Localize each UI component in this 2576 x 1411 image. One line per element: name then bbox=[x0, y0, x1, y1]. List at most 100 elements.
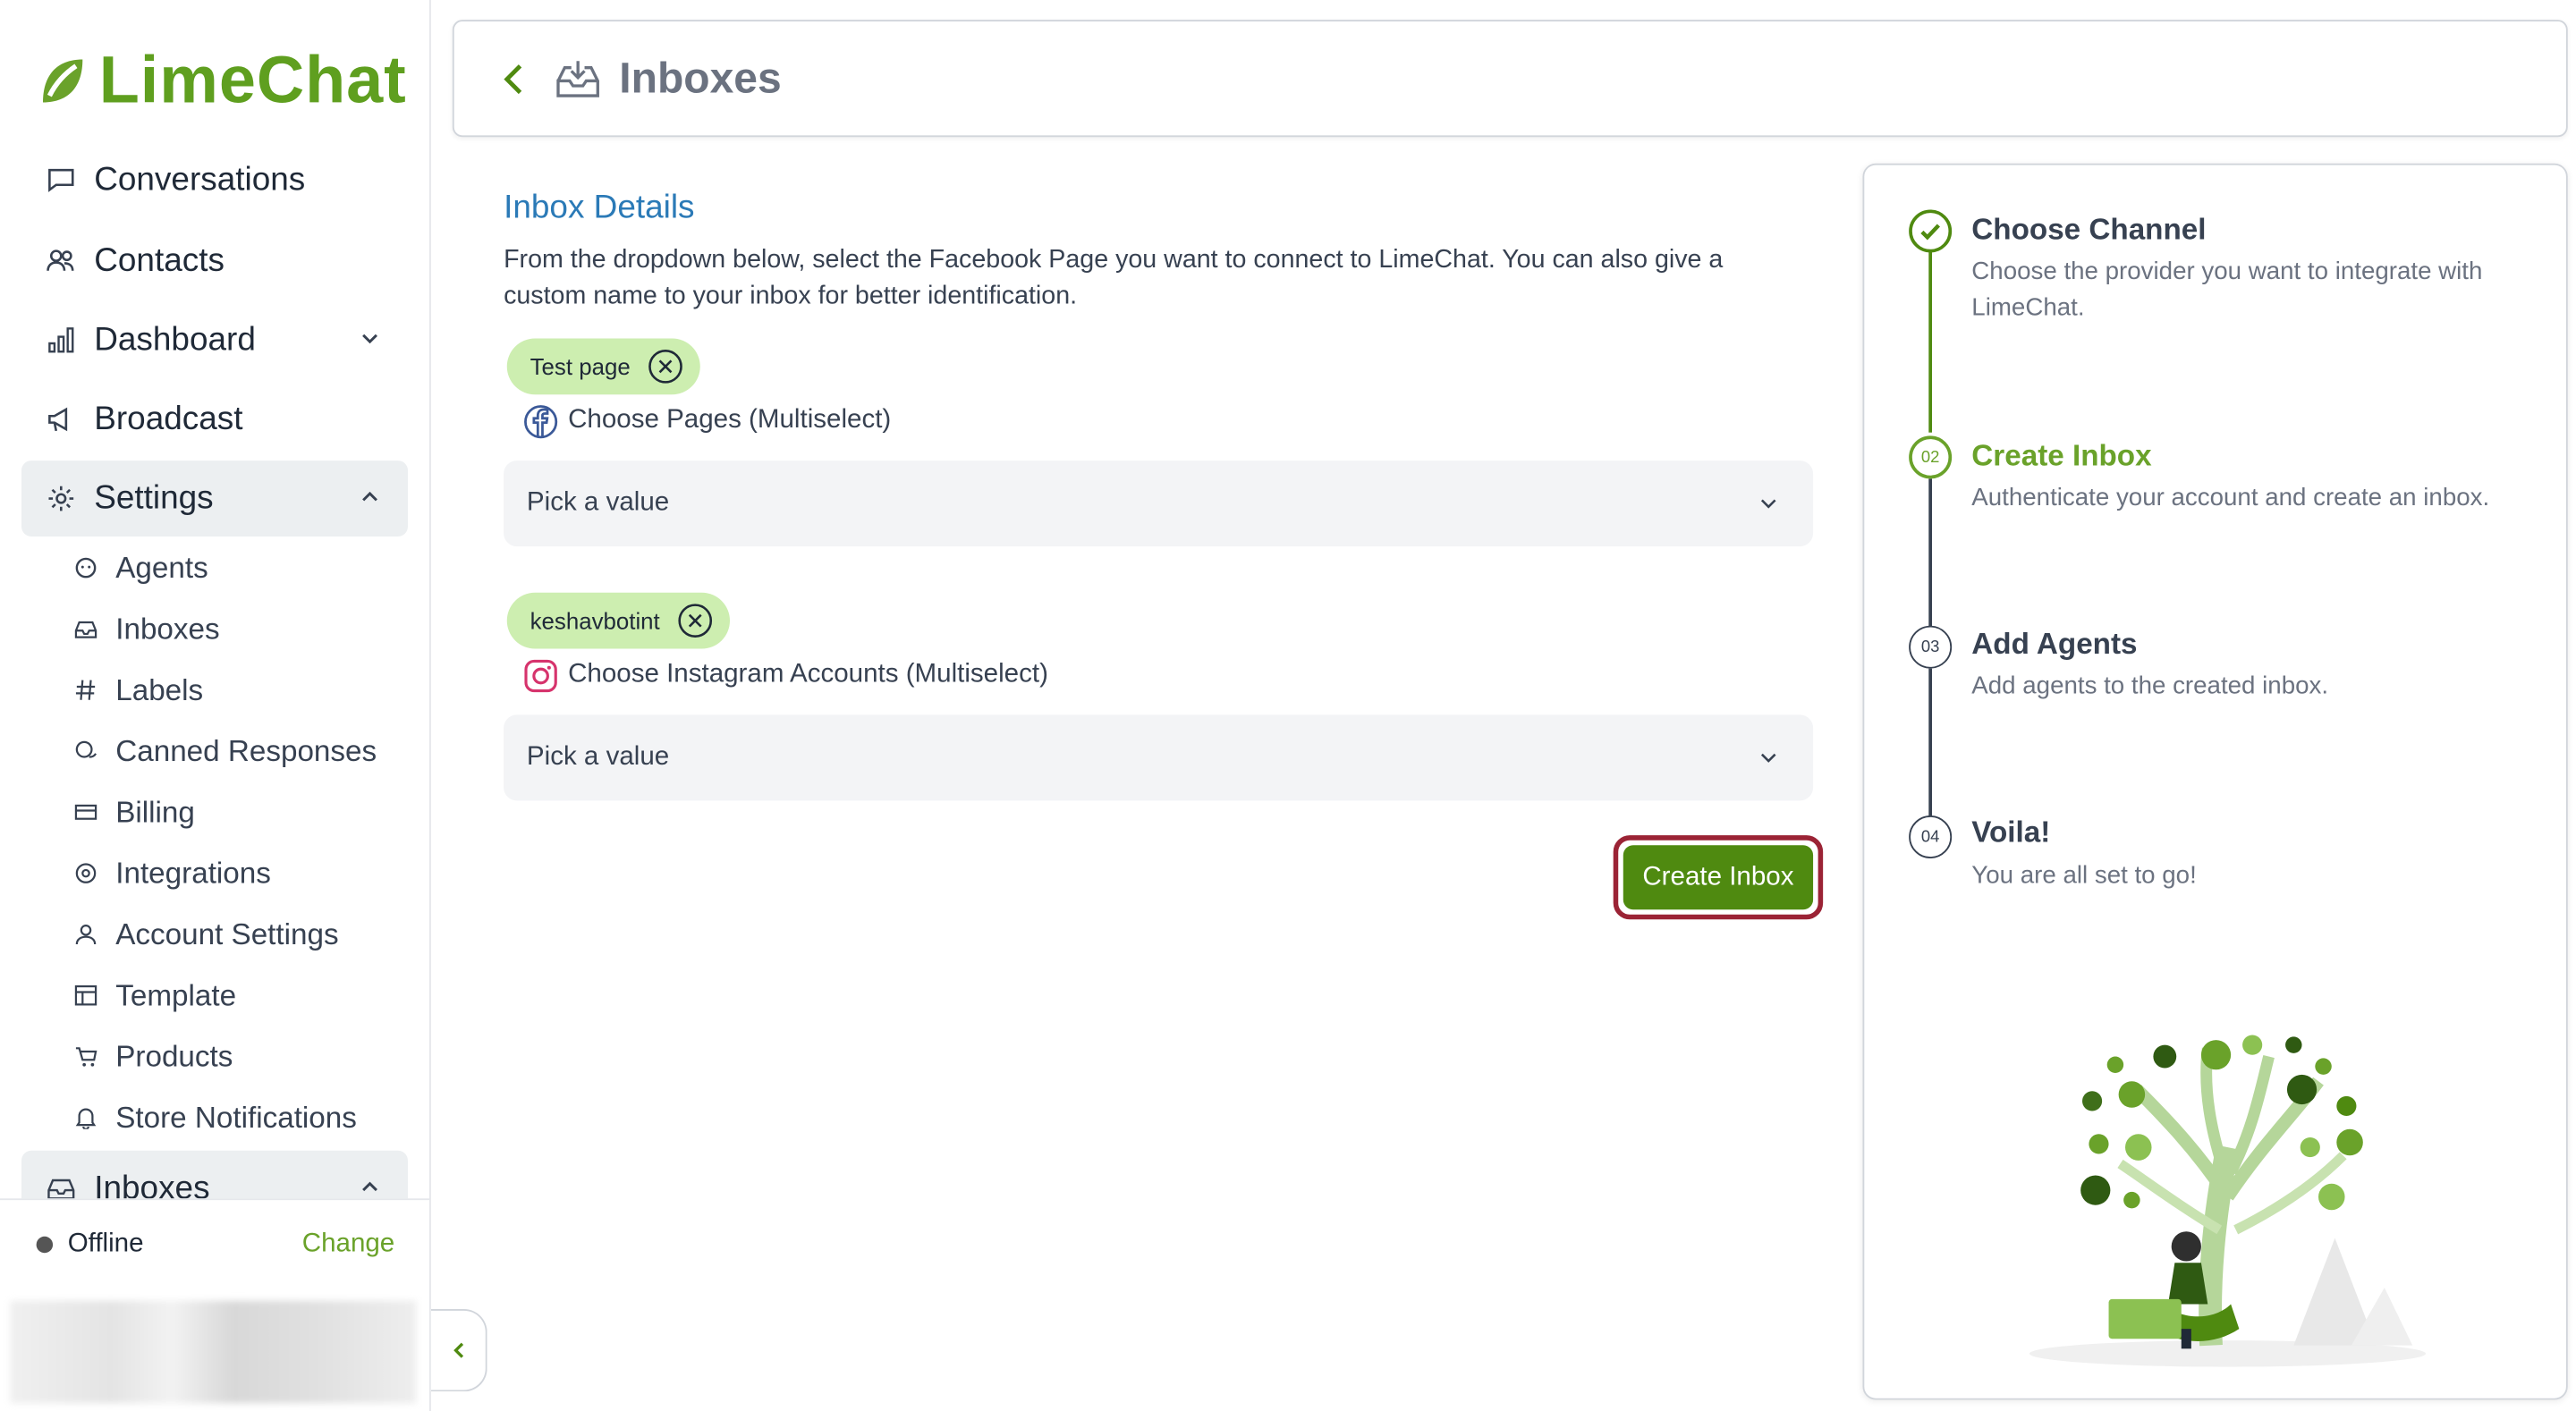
status-text: Offline bbox=[67, 1229, 144, 1257]
settings-item-integrations[interactable]: Integrations bbox=[72, 849, 271, 898]
settings-item-agents[interactable]: Agents bbox=[72, 543, 208, 592]
inbox-icon bbox=[45, 1172, 78, 1199]
sidebar: LimeChat Conversations Contacts Dashboar… bbox=[0, 0, 431, 1411]
create-inbox-button[interactable]: Create Inbox bbox=[1623, 845, 1814, 910]
settings-item-label: Store Notifications bbox=[115, 1100, 357, 1134]
cart-icon bbox=[72, 1043, 99, 1070]
settings-item-label: Canned Responses bbox=[115, 733, 377, 767]
inbox-icon bbox=[553, 54, 602, 103]
instagram-icon bbox=[521, 657, 558, 694]
section-title: Inbox Details bbox=[504, 190, 695, 226]
settings-item-label: Labels bbox=[115, 672, 204, 706]
sidebar-item-label: Inboxes bbox=[94, 1170, 210, 1199]
limechat-logo[interactable]: LimeChat bbox=[33, 39, 407, 122]
step-4-description: You are all set to go! bbox=[1971, 861, 2197, 891]
facebook-icon bbox=[521, 402, 558, 439]
chat-bubbles-icon bbox=[72, 738, 99, 765]
settings-item-label: Agents bbox=[115, 550, 208, 584]
selected-instagram-chip: keshavbotint bbox=[506, 592, 730, 649]
step-4-marker: 04 bbox=[1909, 815, 1953, 858]
contacts-icon bbox=[45, 244, 78, 277]
user-profile-blurred[interactable] bbox=[10, 1300, 417, 1404]
sidebar-item-label: Dashboard bbox=[94, 321, 256, 358]
back-button[interactable] bbox=[494, 59, 533, 98]
remove-chip-button[interactable] bbox=[676, 603, 713, 639]
change-status-link[interactable]: Change bbox=[302, 1229, 394, 1258]
sidebar-item-label: Settings bbox=[94, 479, 214, 516]
chevron-up-icon[interactable] bbox=[359, 1175, 382, 1198]
settings-item-label: Inboxes bbox=[115, 612, 220, 645]
settings-item-labels[interactable]: Labels bbox=[72, 665, 203, 714]
step-4-title: Voila! bbox=[1971, 815, 2051, 849]
instagram-accounts-select[interactable]: Pick a value bbox=[504, 714, 1814, 801]
step-2-description: Authenticate your account and create an … bbox=[1971, 483, 2490, 512]
chevron-left-icon bbox=[453, 1342, 463, 1358]
settings-item-products[interactable]: Products bbox=[72, 1032, 233, 1081]
bell-icon bbox=[72, 1104, 99, 1131]
settings-item-label: Billing bbox=[115, 794, 195, 828]
step-2-title: Create Inbox bbox=[1971, 439, 2152, 472]
sidebar-item-broadcast[interactable]: Broadcast bbox=[21, 381, 408, 457]
limechat-leaf-icon bbox=[43, 59, 83, 103]
step-connector bbox=[1928, 668, 1932, 817]
select-placeholder: Pick a value bbox=[526, 488, 670, 517]
step-3-title: Add Agents bbox=[1971, 627, 2138, 661]
step-connector bbox=[1928, 478, 1932, 628]
page-header: Inboxes bbox=[452, 20, 2568, 138]
step-1-title: Choose Channel bbox=[1971, 213, 2207, 247]
sidebar-item-label: Broadcast bbox=[94, 400, 243, 437]
settings-item-canned-responses[interactable]: Canned Responses bbox=[72, 726, 377, 775]
settings-item-account-settings[interactable]: Account Settings bbox=[72, 909, 339, 959]
facebook-pages-label-text: Choose Pages (Multiselect) bbox=[568, 406, 892, 435]
close-circle-icon bbox=[677, 604, 712, 638]
agent-icon bbox=[72, 554, 99, 581]
chip-label: keshavbotint bbox=[530, 607, 660, 634]
bar-chart-icon bbox=[45, 324, 78, 357]
setup-steps-panel: Choose Channel Choose the provider you w… bbox=[1862, 163, 2568, 1400]
settings-item-billing[interactable]: Billing bbox=[72, 788, 195, 837]
settings-item-label: Template bbox=[115, 977, 237, 1011]
hashtag-icon bbox=[72, 677, 99, 704]
chat-icon bbox=[45, 164, 78, 197]
sidebar-item-conversations[interactable]: Conversations bbox=[21, 152, 408, 218]
page-title: Inboxes bbox=[619, 53, 782, 103]
facebook-pages-label: Choose Pages (Multiselect) bbox=[521, 402, 891, 439]
sidebar-item-contacts[interactable]: Contacts bbox=[21, 223, 408, 299]
inbox-icon bbox=[72, 616, 99, 643]
sidebar-item-settings[interactable]: Settings bbox=[21, 460, 408, 537]
step-connector-done bbox=[1928, 250, 1932, 433]
settings-item-store-notifications[interactable]: Store Notifications bbox=[72, 1093, 357, 1142]
sidebar-nav: Conversations Contacts Dashboard Broadca… bbox=[0, 152, 429, 1199]
settings-item-template[interactable]: Template bbox=[72, 971, 236, 1020]
sidebar-item-inboxes[interactable]: Inboxes bbox=[21, 1150, 408, 1199]
user-icon bbox=[72, 921, 99, 948]
offline-dot-icon bbox=[36, 1235, 54, 1253]
chevron-up-icon[interactable] bbox=[359, 486, 382, 509]
facebook-pages-select[interactable]: Pick a value bbox=[504, 460, 1814, 547]
megaphone-icon bbox=[45, 402, 78, 435]
settings-item-label: Account Settings bbox=[115, 917, 339, 951]
step-2-marker: 02 bbox=[1909, 435, 1953, 479]
instagram-accounts-label: Choose Instagram Accounts (Multiselect) bbox=[521, 657, 1048, 694]
chevron-left-icon bbox=[504, 63, 522, 94]
chip-label: Test page bbox=[530, 353, 631, 380]
settings-item-label: Products bbox=[115, 1039, 233, 1073]
gear-icon bbox=[45, 482, 78, 515]
step-1-description: Choose the provider you want to integrat… bbox=[1971, 258, 2483, 322]
social-tree-illustration bbox=[2029, 1035, 2426, 1367]
sidebar-item-dashboard[interactable]: Dashboard bbox=[21, 302, 408, 378]
chevron-down-icon bbox=[1760, 499, 1776, 509]
select-placeholder: Pick a value bbox=[526, 742, 670, 772]
step-1-check-icon bbox=[1909, 209, 1953, 253]
chevron-down-icon[interactable] bbox=[359, 327, 382, 351]
collapse-sidebar-button[interactable] bbox=[430, 1309, 487, 1392]
template-icon bbox=[72, 982, 99, 1009]
step-3-marker: 03 bbox=[1909, 625, 1953, 669]
integrations-icon bbox=[72, 860, 99, 887]
brand-name: LimeChat bbox=[98, 43, 407, 117]
settings-item-inboxes[interactable]: Inboxes bbox=[72, 604, 220, 654]
settings-item-label: Integrations bbox=[115, 856, 271, 890]
availability-status: Offline Change bbox=[0, 1198, 430, 1288]
instagram-accounts-label-text: Choose Instagram Accounts (Multiselect) bbox=[568, 660, 1048, 689]
remove-chip-button[interactable] bbox=[647, 349, 683, 385]
